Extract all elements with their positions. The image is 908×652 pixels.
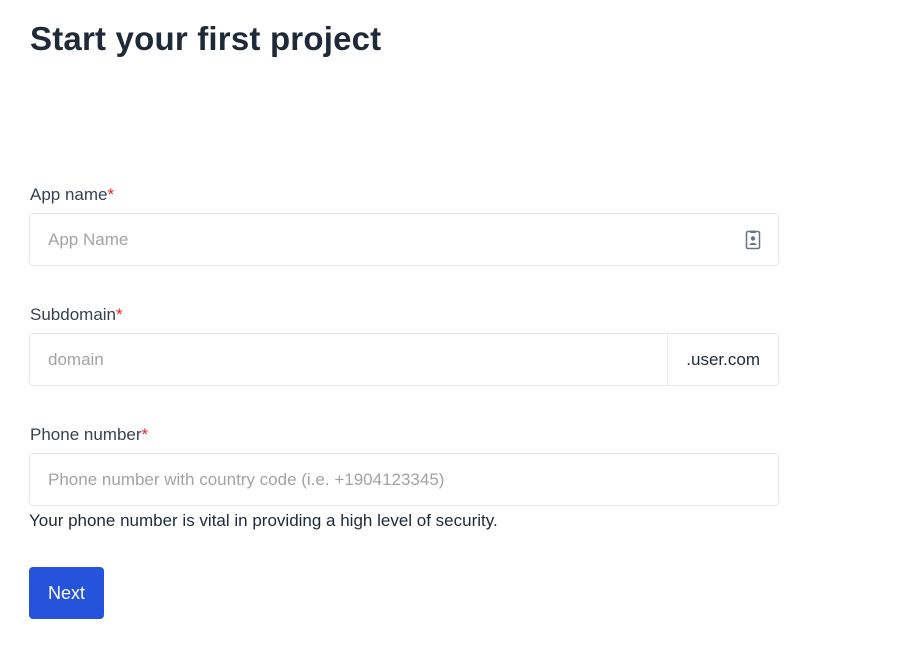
app-name-input-wrapper [29, 213, 779, 266]
required-mark: * [141, 425, 149, 444]
subdomain-label-text: Subdomain [30, 305, 117, 324]
page-title: Start your first project [30, 20, 382, 57]
required-mark: * [116, 305, 123, 324]
page: Start your first project App name* Subdo… [0, 0, 908, 652]
required-mark: * [107, 185, 115, 204]
next-button[interactable]: Next [29, 567, 104, 619]
phone-field: Phone number* Your phone number is vital… [29, 424, 779, 531]
subdomain-input[interactable] [30, 334, 668, 385]
app-name-label-text: App name [30, 185, 108, 204]
phone-hint: Your phone number is vital in providing … [29, 511, 498, 530]
contact-card-icon[interactable] [728, 214, 778, 265]
subdomain-field: Subdomain* .user.com [29, 304, 779, 386]
app-name-label: App name* [29, 184, 779, 206]
app-name-field: App name* [29, 184, 779, 266]
subdomain-input-wrapper: .user.com [29, 333, 779, 386]
phone-label: Phone number* [29, 424, 779, 446]
app-name-input[interactable] [30, 214, 728, 265]
subdomain-label: Subdomain* [29, 304, 779, 326]
phone-input-wrapper [29, 453, 779, 506]
phone-label-text: Phone number [30, 425, 142, 444]
phone-input[interactable] [30, 454, 778, 505]
domain-suffix: .user.com [667, 334, 778, 385]
